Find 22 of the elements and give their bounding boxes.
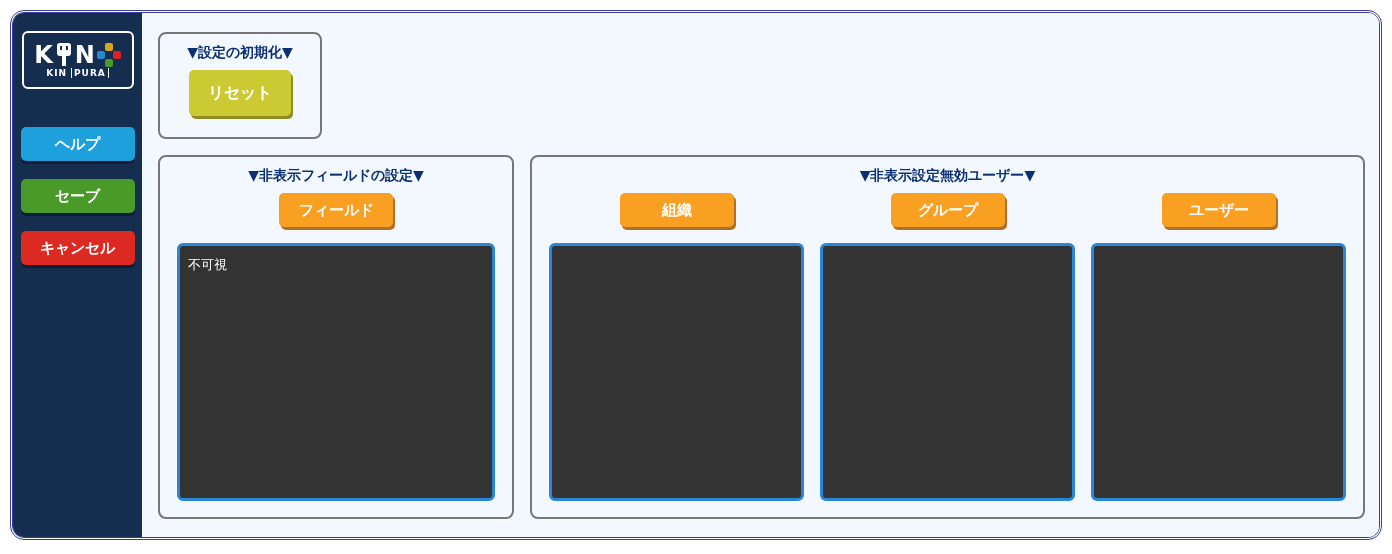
list-box[interactable] bbox=[820, 243, 1075, 501]
select-button[interactable]: 組織 bbox=[619, 193, 734, 227]
save-button[interactable]: セーブ bbox=[20, 179, 135, 213]
reset-button[interactable]: リセット bbox=[189, 70, 291, 116]
logo-letter: N bbox=[74, 42, 95, 68]
section-title: ▼非表示設定無効ユーザー▼ bbox=[858, 167, 1037, 185]
list-item[interactable]: 不可視 bbox=[188, 256, 484, 274]
list-box[interactable] bbox=[549, 243, 804, 501]
logo-letter: K bbox=[34, 42, 53, 68]
section-title: ▼非表示フィールドの設定▼ bbox=[247, 167, 425, 185]
list-box[interactable] bbox=[1091, 243, 1346, 501]
logo-word: PURA bbox=[71, 68, 109, 78]
field-button[interactable]: フィールド bbox=[279, 193, 393, 227]
select-button[interactable]: ユーザー bbox=[1161, 193, 1276, 227]
logo-word: KIN bbox=[46, 68, 67, 78]
puzzle-icon bbox=[96, 43, 121, 67]
plug-icon bbox=[54, 42, 73, 68]
list-box[interactable]: 不可視 bbox=[177, 243, 495, 501]
select-button[interactable]: グループ bbox=[890, 193, 1005, 227]
section-title: ▼設定の初期化▼ bbox=[187, 44, 293, 62]
cancel-button[interactable]: キャンセル bbox=[20, 231, 135, 265]
help-button[interactable]: ヘルプ bbox=[20, 127, 135, 161]
